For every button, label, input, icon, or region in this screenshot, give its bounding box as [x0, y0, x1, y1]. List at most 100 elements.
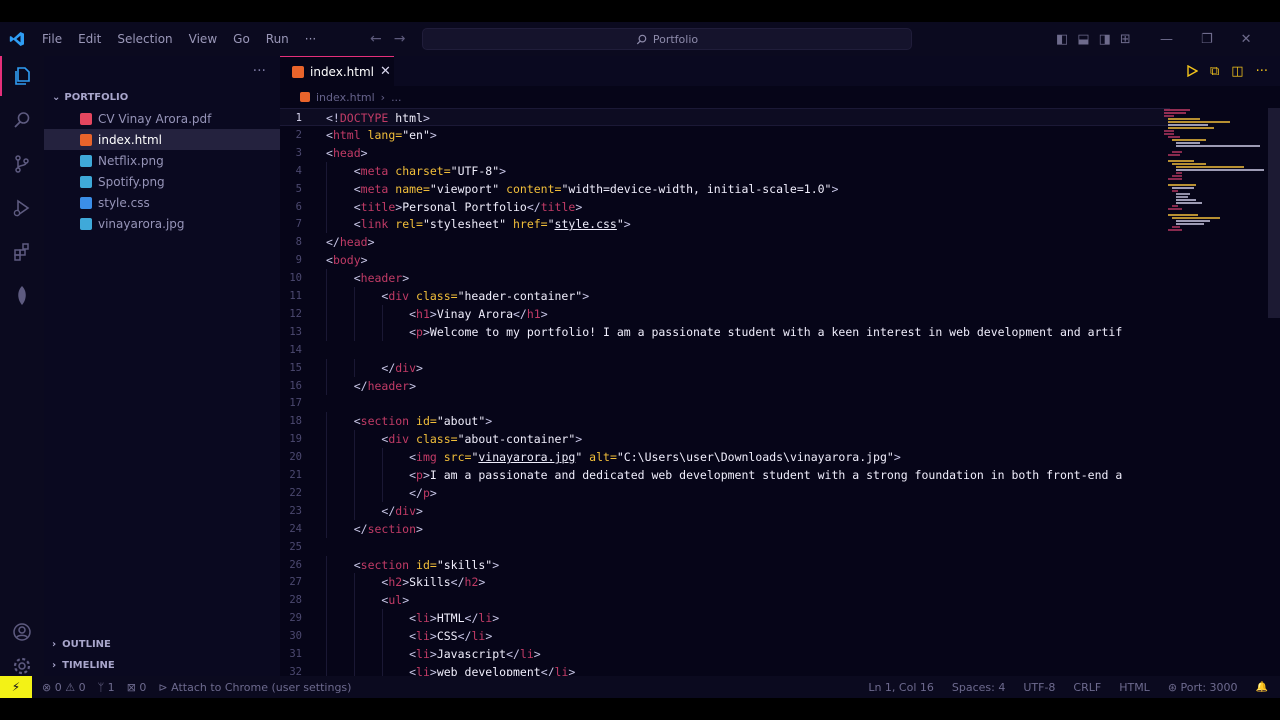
- code-line[interactable]: 14: [280, 341, 1170, 359]
- code-line[interactable]: 23 </div>: [280, 501, 1170, 520]
- code-text: <meta charset="UTF-8">: [353, 163, 507, 178]
- language-mode[interactable]: HTML: [1119, 681, 1150, 694]
- source-control-icon[interactable]: [0, 144, 44, 184]
- leaf-extension-icon[interactable]: [0, 276, 44, 316]
- menu-item[interactable]: Go: [225, 22, 258, 56]
- menu-item[interactable]: Edit: [70, 22, 109, 56]
- run-debug-icon[interactable]: [0, 188, 44, 228]
- menu-item[interactable]: View: [181, 22, 225, 56]
- line-number: 16: [289, 379, 302, 392]
- file-item[interactable]: index.html: [44, 129, 280, 150]
- code-line[interactable]: 29 <li>HTML</li>: [280, 609, 1170, 628]
- code-line[interactable]: 25: [280, 538, 1170, 556]
- code-line[interactable]: 27 <h2>Skills</h2>: [280, 573, 1170, 592]
- timeline-label: TIMELINE: [62, 660, 115, 671]
- split-editor-icon[interactable]: ◫: [1231, 64, 1243, 79]
- code-line[interactable]: 15 </div>: [280, 358, 1170, 377]
- cursor-position[interactable]: Ln 1, Col 16: [868, 681, 934, 694]
- search-icon[interactable]: [0, 100, 44, 140]
- code-line[interactable]: 20 <img src="vinayarora.jpg" alt="C:\Use…: [280, 448, 1170, 467]
- file-item[interactable]: CV Vinay Arora.pdf: [44, 108, 280, 129]
- toggle-secondary-sidebar-icon[interactable]: ◨: [1099, 32, 1111, 47]
- file-item[interactable]: vinayarora.jpg: [44, 213, 280, 234]
- toggle-panel-icon[interactable]: ⬓: [1077, 32, 1089, 47]
- code-line[interactable]: 8 </head>: [280, 233, 1170, 251]
- menu-item[interactable]: Run: [258, 22, 297, 56]
- run-icon[interactable]: [1186, 65, 1198, 77]
- timeline-section[interactable]: › TIMELINE: [44, 655, 280, 676]
- restore-icon[interactable]: ❐: [1201, 32, 1213, 47]
- toggle-primary-sidebar-icon[interactable]: ◧: [1056, 32, 1068, 47]
- close-window-icon[interactable]: ✕: [1241, 32, 1252, 47]
- code-line[interactable]: 30 <li>CSS</li>: [280, 627, 1170, 646]
- line-number: 20: [289, 451, 302, 464]
- code-line[interactable]: 7 <link rel="stylesheet" href="style.css…: [280, 215, 1170, 234]
- close-icon[interactable]: ✕: [380, 64, 391, 79]
- line-number: 28: [289, 594, 302, 607]
- extensions-icon[interactable]: [0, 232, 44, 272]
- file-name: CV Vinay Arora.pdf: [98, 111, 212, 126]
- code-line[interactable]: 24 </section>: [280, 519, 1170, 538]
- customize-layout-icon[interactable]: ⊞: [1120, 32, 1131, 47]
- more-actions-icon[interactable]: ···: [1256, 64, 1268, 79]
- breadcrumb-more[interactable]: ...: [391, 91, 402, 104]
- line-number: 10: [289, 272, 302, 285]
- minimize-icon[interactable]: —: [1160, 32, 1173, 47]
- file-item[interactable]: style.css: [44, 192, 280, 213]
- code-line[interactable]: 31 <li>Javascript</li>: [280, 645, 1170, 663]
- code-line[interactable]: 10 <header>: [280, 269, 1170, 288]
- code-line[interactable]: 13 <p>Welcome to my portfolio! I am a pa…: [280, 322, 1170, 341]
- code-line[interactable]: 22 </p>: [280, 483, 1170, 502]
- indentation-status[interactable]: Spaces: 4: [952, 681, 1005, 694]
- code-line[interactable]: 17: [280, 394, 1170, 412]
- code-line[interactable]: 21 <p>I am a passionate and dedicated we…: [280, 466, 1170, 484]
- tab-index-html[interactable]: index.html ✕: [280, 56, 394, 86]
- breadcrumb: index.html › ...: [300, 88, 402, 106]
- menu-item[interactable]: ···: [297, 22, 324, 56]
- code-line[interactable]: 16 </header>: [280, 376, 1170, 395]
- code-line[interactable]: 2 <html lang="en">: [280, 126, 1170, 144]
- code-line[interactable]: 1 <!DOCTYPE html>: [280, 108, 1170, 126]
- ports-status[interactable]: ⊠ 0: [127, 681, 147, 694]
- info-status[interactable]: ᛘ 1: [98, 681, 115, 694]
- code-line[interactable]: 5 <meta name="viewport" content="width=d…: [280, 179, 1170, 198]
- folder-portfolio[interactable]: ⌄ PORTFOLIO: [44, 86, 280, 108]
- breadcrumb-file[interactable]: index.html: [316, 91, 375, 104]
- more-actions-icon[interactable]: ···: [253, 63, 266, 79]
- explorer-icon[interactable]: [0, 56, 44, 96]
- encoding-status[interactable]: UTF-8: [1023, 681, 1055, 694]
- debug-config-status[interactable]: ⊳ Attach to Chrome (user settings): [158, 681, 351, 694]
- code-line[interactable]: 12 <h1>Vinay Arora</h1>: [280, 304, 1170, 323]
- code-line[interactable]: 28 <ul>: [280, 591, 1170, 610]
- code-text: <h2>Skills</h2>: [381, 575, 486, 590]
- code-line[interactable]: 26 <section id="skills">: [280, 555, 1170, 574]
- code-line[interactable]: 3 <head>: [280, 144, 1170, 162]
- menu-item[interactable]: Selection: [109, 22, 180, 56]
- arrow-right-icon[interactable]: →: [394, 31, 406, 47]
- live-server-port[interactable]: ⊛ Port: 3000: [1168, 681, 1238, 694]
- code-line[interactable]: 6 <title>Personal Portfolio</title>: [280, 197, 1170, 216]
- breadcrumb-chevron-icon: ›: [380, 90, 386, 104]
- explorer-more-actions[interactable]: ···: [44, 56, 280, 86]
- code-line[interactable]: 18 <section id="about">: [280, 412, 1170, 431]
- eol-status[interactable]: CRLF: [1073, 681, 1101, 694]
- menu-item[interactable]: File: [34, 22, 70, 56]
- problems-status[interactable]: ⊗ 0 ⚠ 0: [42, 681, 86, 694]
- outline-section[interactable]: › OUTLINE: [44, 634, 280, 655]
- bell-icon[interactable]: 🔔: [1256, 682, 1268, 693]
- arrow-left-icon[interactable]: ←: [370, 31, 382, 47]
- editor-scrollbar[interactable]: [1268, 108, 1280, 318]
- code-line[interactable]: 4 <meta charset="UTF-8">: [280, 161, 1170, 180]
- editor-area: index.html ✕ ⧉ ◫ ··· index.html › ... 1 <…: [280, 56, 1280, 681]
- code-line[interactable]: 19 <div class="about-container">: [280, 430, 1170, 449]
- remote-indicator[interactable]: ⚡: [0, 676, 32, 698]
- minimap[interactable]: [1160, 108, 1270, 248]
- file-item[interactable]: Spotify.png: [44, 171, 280, 192]
- code-line[interactable]: 9 <body>: [280, 251, 1170, 269]
- code-editor[interactable]: 1 <!DOCTYPE html> 2 <html lang="en"> 3 <head>…: [280, 108, 1170, 681]
- line-number: 17: [289, 397, 302, 410]
- open-preview-icon[interactable]: ⧉: [1210, 64, 1219, 79]
- command-center[interactable]: Portfolio: [422, 28, 912, 50]
- code-line[interactable]: 11 <div class="header-container">: [280, 287, 1170, 305]
- file-item[interactable]: Netflix.png: [44, 150, 280, 171]
